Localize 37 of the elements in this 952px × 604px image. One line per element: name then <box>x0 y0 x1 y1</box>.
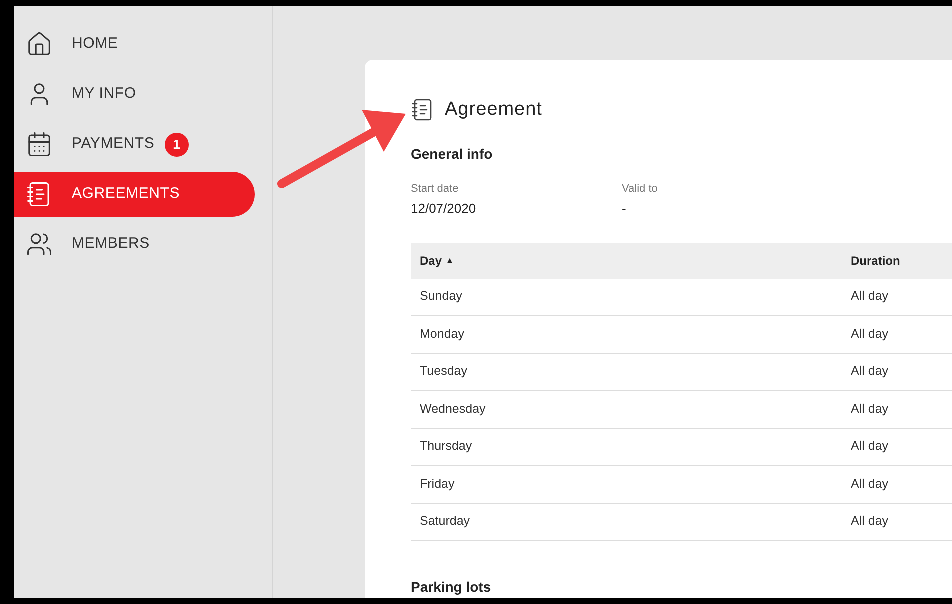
field-value: - <box>622 200 628 218</box>
sidebar-item[interactable]: HOME <box>14 22 255 67</box>
table-cell-text: Thursday <box>419 438 474 456</box>
field-value: 12/07/2020 <box>411 200 478 218</box>
sidebar-label: PAYMENTS <box>72 134 155 154</box>
table-cell-text: Saturday <box>419 513 472 530</box>
table-cell-text: All day <box>850 438 889 456</box>
table-cell-text: All day <box>850 363 889 380</box>
page-title: Agreement <box>445 98 542 122</box>
section-heading: General info <box>411 144 494 164</box>
sidebar-label: AGREEMENTS <box>72 184 180 204</box>
calendar-icon <box>26 131 53 158</box>
table-cell-text: All day <box>850 326 889 343</box>
field-label: Valid to <box>622 182 659 196</box>
table-cell-text: Wednesday <box>419 400 487 418</box>
table-cell-text: All day <box>850 476 889 493</box>
sidebar-label: HOME <box>72 34 118 54</box>
column-header[interactable]: Day ▲ <box>411 252 842 270</box>
sidebar-item[interactable]: MEMBERS <box>14 222 255 267</box>
sidebar-item[interactable]: PAYMENTS 1 <box>14 122 255 167</box>
table-cell-text: All day <box>850 513 889 530</box>
users-icon <box>26 231 53 258</box>
table-cell-text: Sunday <box>419 288 464 306</box>
home-icon <box>26 31 53 58</box>
table-cell-text: Tuesday <box>419 363 468 380</box>
sidebar-item[interactable]: MY INFO <box>14 72 255 117</box>
sidebar-label: MEMBERS <box>72 234 150 254</box>
table-cell-text: Friday <box>419 476 456 493</box>
section-heading: Parking lots <box>411 578 492 597</box>
table-cell-text: All day <box>850 400 889 418</box>
table-cell-text: All day <box>850 288 889 306</box>
table-cell-text: Monday <box>419 326 466 343</box>
field-label: Start date <box>411 182 460 196</box>
sidebar-label: MY INFO <box>72 84 136 104</box>
notification-badge: 1 <box>164 132 189 156</box>
column-header[interactable]: Duration <box>842 252 900 270</box>
sidebar-item[interactable]: AGREEMENTS <box>14 172 255 217</box>
